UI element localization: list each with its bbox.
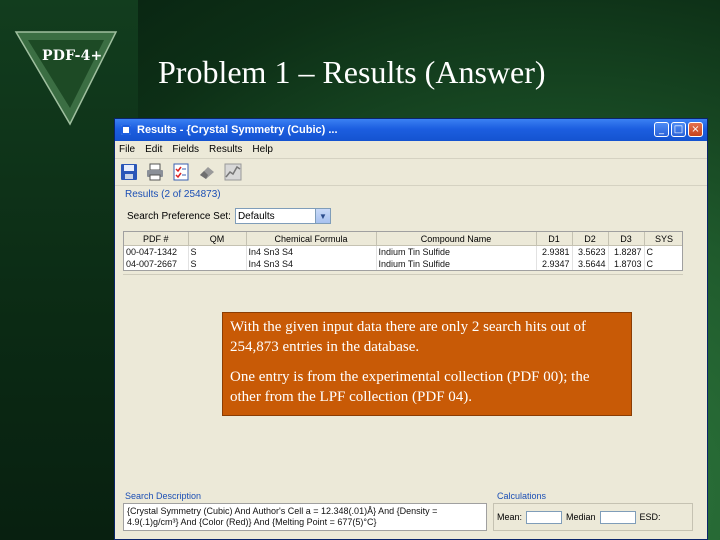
toolbar: [115, 159, 707, 186]
pdf-logo-icon: [14, 31, 118, 126]
minimize-button[interactable]: _: [654, 122, 669, 137]
mean-field[interactable]: [526, 510, 563, 524]
cell-d2: 3.5623: [572, 245, 609, 258]
search-pref-select[interactable]: Defaults ▼: [234, 208, 331, 224]
print-button[interactable]: [145, 162, 165, 182]
window-title: Results - {Crystal Symmetry (Cubic) ...: [137, 124, 338, 136]
checklist-button[interactable]: [171, 162, 191, 182]
search-preference-row: Search Preference Set: Defaults ▼: [115, 208, 707, 224]
cell-pdf-number: 00-047-1342: [124, 245, 189, 258]
window-titlebar[interactable]: Results - {Crystal Symmetry (Cubic) ... …: [115, 119, 707, 141]
median-field[interactable]: [599, 510, 636, 524]
app-icon: [121, 125, 131, 135]
menu-fields[interactable]: Fields: [172, 144, 199, 155]
pane-divider[interactable]: [123, 274, 683, 279]
calculations-panel: Mean: Median ESD:: [493, 503, 693, 531]
search-pref-value: Defaults: [237, 210, 275, 222]
callout-paragraph-2: One entry is from the experimental colle…: [230, 369, 590, 405]
table-row[interactable]: 00-047-1342 S In4 Sn3 S4 Indium Tin Sulf…: [124, 245, 682, 258]
menu-results[interactable]: Results: [209, 144, 242, 155]
search-description-label: Search Description: [125, 491, 202, 501]
chevron-down-icon[interactable]: ▼: [314, 209, 330, 223]
median-label: Median: [566, 512, 596, 522]
cell-chemical-formula: In4 Sn3 S4: [246, 245, 377, 258]
close-button[interactable]: ×: [688, 122, 703, 137]
cell-d3: 1.8287: [608, 245, 645, 258]
cell-sys: C: [644, 258, 682, 270]
menu-bar: File Edit Fields Results Help: [115, 141, 707, 159]
cell-qm: S: [188, 245, 247, 258]
answer-callout: With the given input data there are only…: [222, 312, 632, 416]
maximize-button[interactable]: □: [671, 122, 686, 137]
col-chemical-formula[interactable]: Chemical Formula: [246, 232, 377, 246]
col-sys[interactable]: SYS: [644, 232, 682, 246]
eraser-icon: [200, 167, 214, 179]
results-table: PDF # QM Chemical Formula Compound Name …: [123, 231, 683, 271]
menu-edit[interactable]: Edit: [145, 144, 162, 155]
col-d3[interactable]: D3: [608, 232, 645, 246]
graph-icon: [224, 163, 242, 181]
esd-label: ESD:: [639, 512, 661, 522]
callout-paragraph-1: With the given input data there are only…: [230, 319, 586, 355]
col-pdf-number[interactable]: PDF #: [124, 232, 189, 246]
col-qm[interactable]: QM: [188, 232, 247, 246]
menu-file[interactable]: File: [119, 144, 135, 155]
cell-qm: S: [188, 258, 247, 270]
cell-d2: 3.5644: [572, 258, 609, 270]
mean-label: Mean:: [497, 512, 523, 522]
cell-d1: 2.9381: [536, 245, 573, 258]
table-row[interactable]: 04-007-2667 S In4 Sn3 S4 Indium Tin Sulf…: [124, 258, 682, 270]
eraser-button[interactable]: [197, 162, 217, 182]
menu-help[interactable]: Help: [252, 144, 273, 155]
col-d1[interactable]: D1: [536, 232, 573, 246]
results-group-label: Results (2 of 254873): [125, 189, 221, 200]
checklist-icon: [173, 163, 189, 181]
col-d2[interactable]: D2: [572, 232, 609, 246]
logo-text: PDF-4+: [42, 48, 103, 64]
print-icon: [147, 163, 163, 181]
cell-compound-name: Indium Tin Sulfide: [376, 258, 537, 270]
results-window: Results - {Crystal Symmetry (Cubic) ... …: [114, 118, 708, 540]
slide-title: Problem 1 – Results (Answer): [158, 54, 546, 90]
cell-pdf-number: 04-007-2667: [124, 258, 189, 270]
cell-sys: C: [644, 245, 682, 258]
cell-chemical-formula: In4 Sn3 S4: [246, 258, 377, 270]
save-icon: [121, 164, 137, 180]
search-pref-label: Search Preference Set:: [127, 210, 231, 222]
search-description-text: {Crystal Symmetry (Cubic) And Author's C…: [123, 503, 487, 531]
cell-d1: 2.9347: [536, 258, 573, 270]
col-compound-name[interactable]: Compound Name: [376, 232, 537, 246]
cell-compound-name: Indium Tin Sulfide: [376, 245, 537, 258]
calculations-label: Calculations: [497, 491, 547, 501]
cell-d3: 1.8703: [608, 258, 645, 270]
graph-button[interactable]: [223, 162, 243, 182]
save-button[interactable]: [119, 162, 139, 182]
